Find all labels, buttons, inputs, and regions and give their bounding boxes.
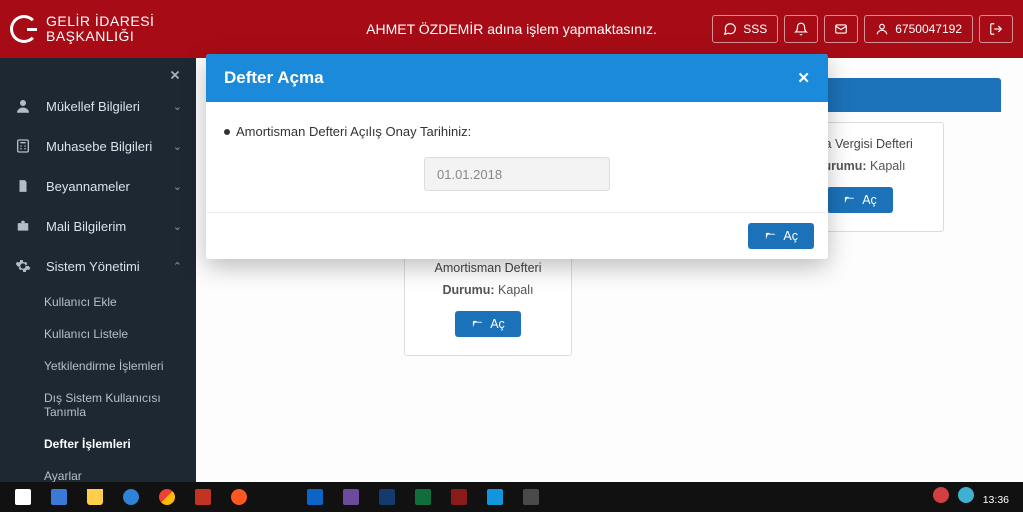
- sidebar-label: Mali Bilgilerim: [46, 219, 126, 234]
- org-line1: GELİR İDARESİ: [46, 14, 154, 29]
- close-icon: [168, 68, 182, 82]
- user-code: 6750047192: [895, 22, 962, 36]
- sidebar-sub-list-user[interactable]: Kullanıcı Listele: [0, 318, 196, 350]
- status-label: Durumu:: [442, 283, 494, 297]
- top-bar: GELİR İDARESİ BAŞKANLIĞI AHMET ÖZDEMİR a…: [0, 0, 1023, 58]
- sidebar-item-declarations[interactable]: Beyannameler ⌄: [0, 166, 196, 206]
- modal-open-label: Aç: [783, 229, 798, 243]
- open-ledger-modal: Defter Açma ✕ Amortisman Defteri Açılış …: [206, 54, 828, 259]
- modal-close-button[interactable]: ✕: [797, 69, 810, 87]
- sidebar-label: Sistem Yönetimi: [46, 259, 140, 274]
- taskbar-app[interactable]: [478, 485, 512, 509]
- tray-clock: 13:36: [983, 494, 1009, 506]
- impersonation-banner: AHMET ÖZDEMİR adına işlem yapmaktasınız.: [366, 21, 657, 37]
- user-icon: [875, 22, 889, 36]
- sidebar-item-financial[interactable]: Mali Bilgilerim ⌄: [0, 206, 196, 246]
- taskbar-app[interactable]: [298, 485, 332, 509]
- sidebar-sub-external-user[interactable]: Dış Sistem Kullanıcısı Tanımla: [0, 382, 196, 428]
- taskbar-app[interactable]: [406, 485, 440, 509]
- start-button[interactable]: [6, 485, 40, 509]
- user-icon: [14, 97, 32, 115]
- taskbar-app[interactable]: [222, 485, 256, 509]
- windows-taskbar[interactable]: 13:36: [0, 482, 1023, 512]
- faq-button[interactable]: SSS: [712, 15, 778, 43]
- taskbar-app[interactable]: [78, 485, 112, 509]
- folder-open-icon: [471, 319, 484, 330]
- sidebar-item-taxpayer[interactable]: Mükellef Bilgileri ⌄: [0, 86, 196, 126]
- modal-footer: Aç: [206, 212, 828, 259]
- top-actions: SSS 6750047192: [712, 15, 1023, 43]
- sidebar-sub-authorization[interactable]: Yetkilendirme İşlemleri: [0, 350, 196, 382]
- org-line2: BAŞKANLIĞI: [46, 29, 154, 44]
- taskbar-app[interactable]: [514, 485, 548, 509]
- tray-icon: [933, 487, 949, 503]
- card-title: Amortisman Defteri: [417, 261, 559, 275]
- user-button[interactable]: 6750047192: [864, 15, 973, 43]
- logout-icon: [989, 22, 1003, 36]
- sidebar-label: Mükellef Bilgileri: [46, 99, 140, 114]
- folder-open-icon: [843, 195, 856, 206]
- logo-mark: [10, 15, 38, 43]
- ledger-card-amortization: Amortisman Defteri Durumu: Kapalı Aç: [404, 246, 572, 356]
- notifications-button[interactable]: [784, 15, 818, 43]
- modal-title: Defter Açma: [224, 68, 324, 88]
- taskbar-app[interactable]: [442, 485, 476, 509]
- modal-header: Defter Açma ✕: [206, 54, 828, 102]
- card-status: Durumu: Kapalı: [417, 283, 559, 297]
- sidebar-sub-add-user[interactable]: Kullanıcı Ekle: [0, 286, 196, 318]
- sidebar-label: Muhasebe Bilgileri: [46, 139, 152, 154]
- taskbar-app[interactable]: [114, 485, 148, 509]
- approval-date-input[interactable]: [424, 157, 610, 191]
- taskbar-app[interactable]: [370, 485, 404, 509]
- messages-button[interactable]: [824, 15, 858, 43]
- status-value: Kapalı: [870, 159, 905, 173]
- open-ledger-button[interactable]: Aç: [455, 311, 521, 337]
- sidebar: Mükellef Bilgileri ⌄ Muhasebe Bilgileri …: [0, 58, 196, 512]
- taskbar-app[interactable]: [150, 485, 184, 509]
- chevron-down-icon: ⌄: [173, 220, 182, 233]
- chevron-up-icon: ⌃: [173, 260, 182, 273]
- envelope-icon: [834, 22, 848, 36]
- tray-icon: [958, 487, 974, 503]
- sidebar-item-accounting[interactable]: Muhasebe Bilgileri ⌄: [0, 126, 196, 166]
- taskbar-app[interactable]: [334, 485, 368, 509]
- org-name: GELİR İDARESİ BAŞKANLIĞI: [46, 14, 154, 43]
- open-label: Aç: [862, 193, 877, 207]
- logo: GELİR İDARESİ BAŞKANLIĞI: [0, 14, 196, 43]
- modal-open-button[interactable]: Aç: [748, 223, 814, 249]
- logout-button[interactable]: [979, 15, 1013, 43]
- calculator-icon: [14, 137, 32, 155]
- status-value: Kapalı: [498, 283, 533, 297]
- gear-icon: [14, 257, 32, 275]
- sidebar-item-system[interactable]: Sistem Yönetimi ⌃: [0, 246, 196, 286]
- open-label: Aç: [490, 317, 505, 331]
- briefcase-icon: [14, 217, 32, 235]
- taskbar-app[interactable]: [42, 485, 76, 509]
- sidebar-sub-ledger[interactable]: Defter İşlemleri: [0, 428, 196, 460]
- chat-icon: [723, 22, 737, 36]
- open-ledger-button[interactable]: Aç: [827, 187, 893, 213]
- faq-label: SSS: [743, 22, 767, 36]
- folder-open-icon: [764, 231, 777, 242]
- bell-icon: [794, 22, 808, 36]
- bullet-icon: [224, 129, 230, 135]
- chevron-down-icon: ⌄: [173, 100, 182, 113]
- tray[interactable]: 13:36: [925, 487, 1017, 507]
- taskbar-app[interactable]: [186, 485, 220, 509]
- modal-body: Amortisman Defteri Açılış Onay Tarihiniz…: [206, 102, 828, 212]
- chevron-down-icon: ⌄: [173, 180, 182, 193]
- sidebar-close[interactable]: [0, 58, 196, 86]
- modal-text: Amortisman Defteri Açılış Onay Tarihiniz…: [236, 124, 471, 139]
- chevron-down-icon: ⌄: [173, 140, 182, 153]
- card-row-2: Amortisman Defteri Durumu: Kapalı Aç: [218, 246, 1001, 356]
- sidebar-label: Beyannameler: [46, 179, 130, 194]
- file-icon: [14, 177, 32, 195]
